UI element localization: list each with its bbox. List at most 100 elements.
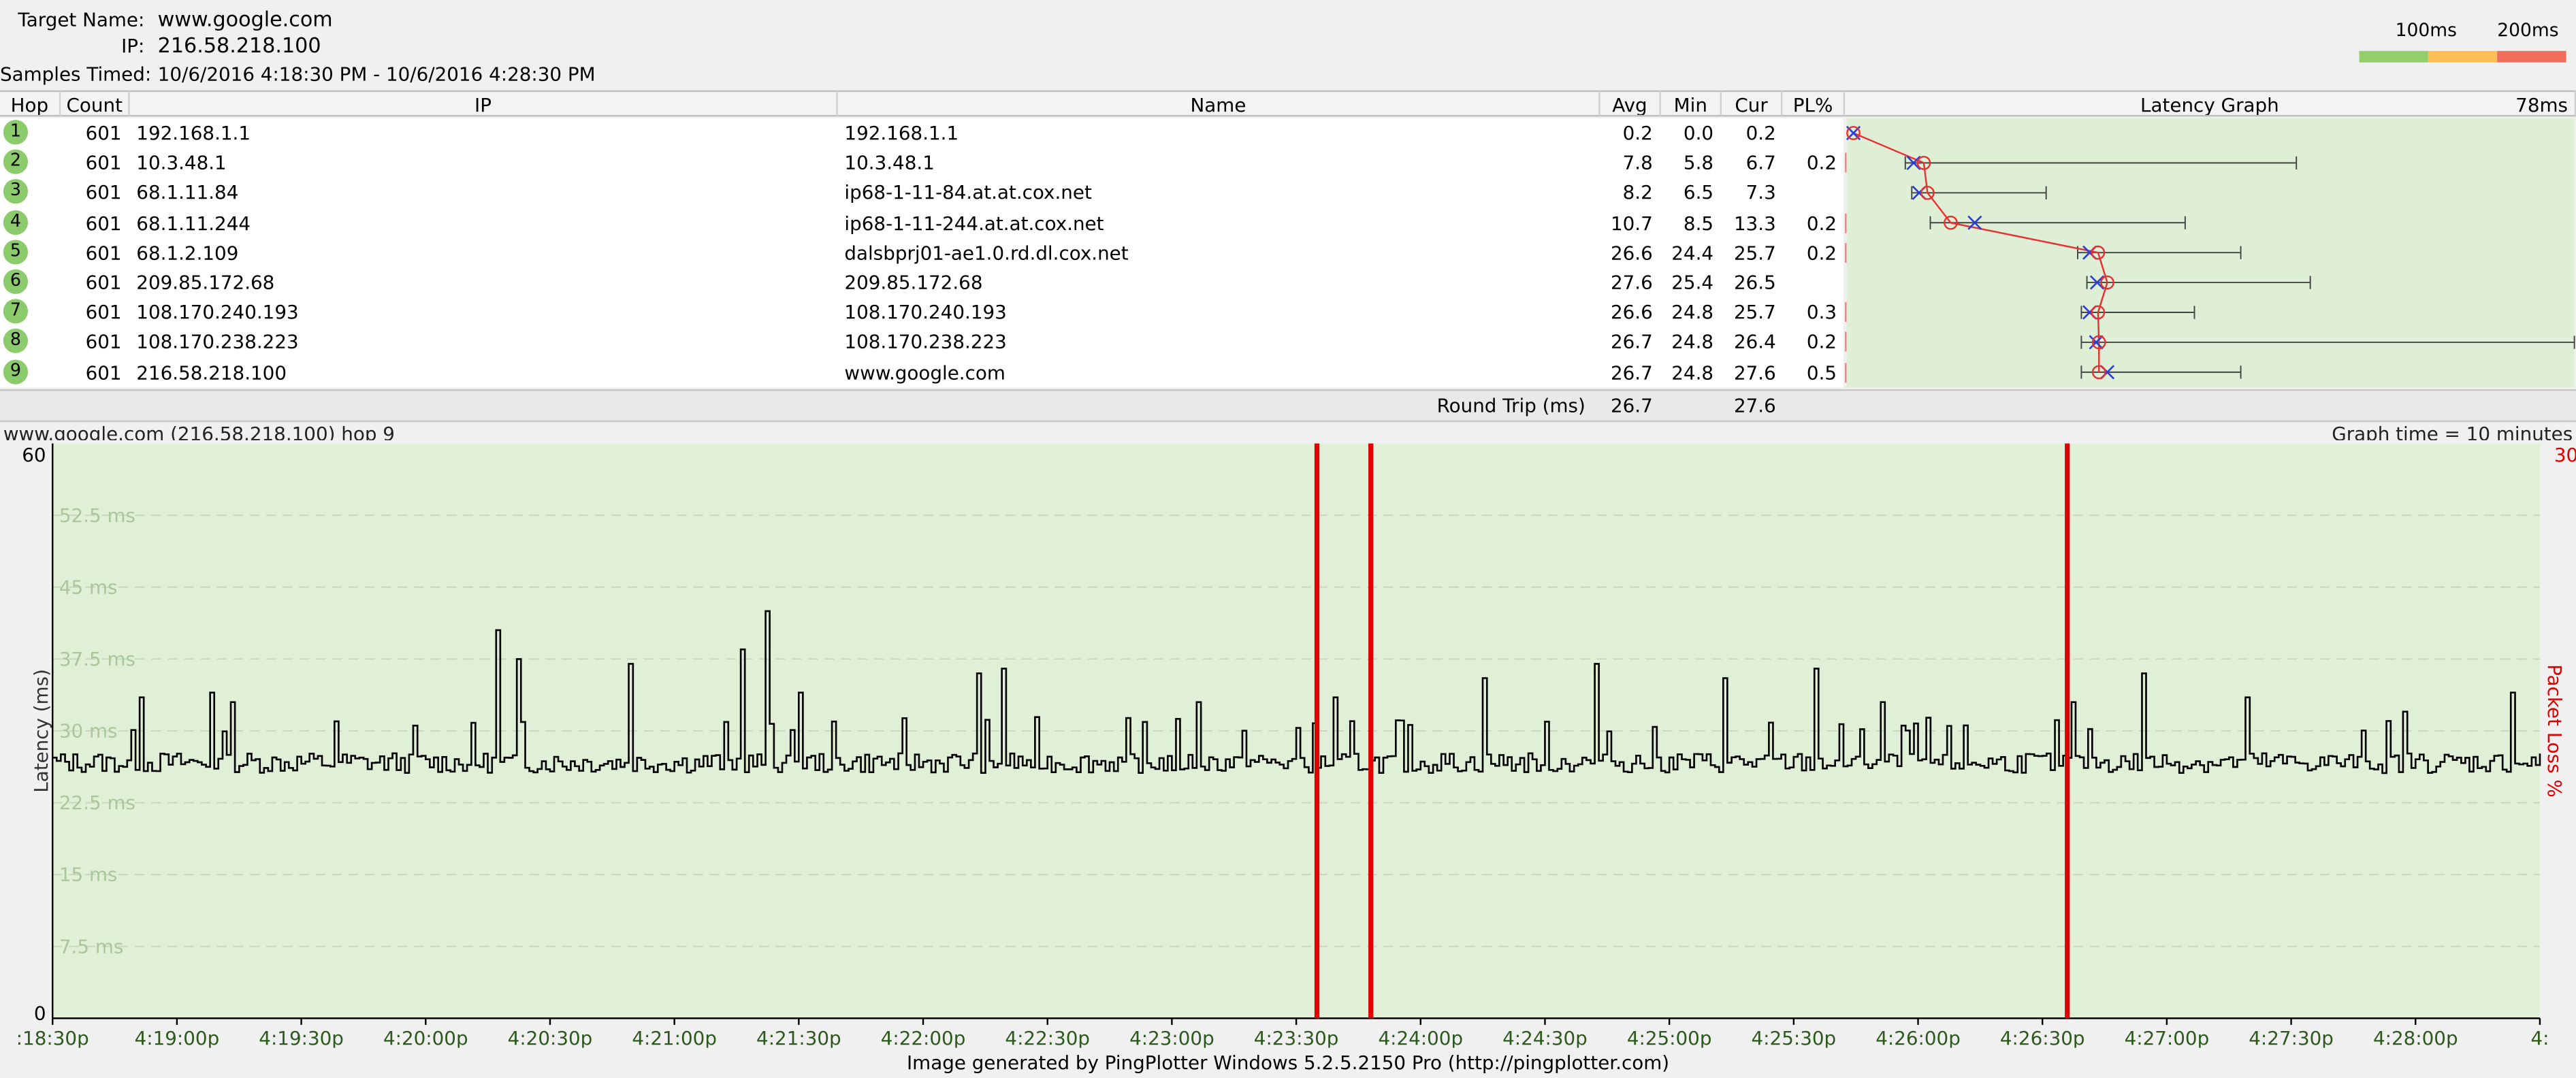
col-hop-header[interactable]: Hop bbox=[0, 90, 61, 117]
hop-ip: 108.170.238.223 bbox=[136, 331, 299, 354]
y-axis-label: Latency (ms) bbox=[30, 669, 52, 793]
hop-cur: 25.7 bbox=[1733, 241, 1776, 265]
hop-avg: 27.6 bbox=[1610, 271, 1653, 294]
grid-label: 37.5 ms bbox=[59, 648, 135, 670]
hop-name: 108.170.238.223 bbox=[844, 331, 1007, 354]
grid-label: 30 ms bbox=[59, 720, 118, 742]
x-tick-label: 4:21:00p bbox=[632, 1027, 717, 1048]
latency-graph-title: Latency Graph bbox=[2140, 93, 2279, 117]
hop-name: 10.3.48.1 bbox=[844, 151, 935, 175]
scale-200ms-label: 200ms bbox=[2497, 19, 2559, 42]
hop-row[interactable]: 8 601 108.170.238.223 108.170.238.223 26.7 24… bbox=[0, 327, 1850, 357]
col-count-header[interactable]: Count bbox=[61, 90, 130, 117]
col-latency-graph-header[interactable]: Latency Graph 78ms bbox=[1845, 90, 2576, 117]
hop-count: 601 bbox=[85, 301, 122, 324]
hop-ip: 108.170.240.193 bbox=[136, 301, 299, 324]
hop-min: 8.5 bbox=[1683, 211, 1714, 235]
pingplotter-window: Target Name: www.google.com IP: 216.58.218… bbox=[0, 0, 2576, 1077]
hop-number-badge: 6 bbox=[3, 269, 29, 294]
round-trip-avg: 26.7 bbox=[1610, 394, 1653, 417]
hop-name: ip68-1-11-84.at.at.cox.net bbox=[844, 181, 1092, 205]
hop-cur: 27.6 bbox=[1733, 360, 1776, 384]
x-tick-label: 4:26:30p bbox=[2000, 1027, 2085, 1048]
hop-ip: 209.85.172.68 bbox=[136, 271, 275, 294]
hop-row[interactable]: 2 601 10.3.48.1 10.3.48.1 7.8 5.8 6.7 0.2 bbox=[0, 148, 1850, 178]
hop-avg: 10.7 bbox=[1610, 211, 1653, 235]
grid-label: 15 ms bbox=[59, 864, 118, 886]
scale-warn-segment bbox=[2428, 50, 2498, 63]
x-tick-label: 4:23:00p bbox=[1129, 1027, 1214, 1048]
hop-row[interactable]: 9 601 216.58.218.100 www.google.com 26.7 24.8… bbox=[0, 357, 1857, 387]
hop-row[interactable]: 6 601 209.85.172.68 209.85.172.68 27.6 25.4 26… bbox=[0, 267, 1844, 297]
x-tick-label: 4:25:30p bbox=[1752, 1027, 1837, 1048]
round-trip-label: Round Trip (ms) bbox=[1436, 394, 1585, 417]
hop-packet-loss: 0.2 bbox=[1806, 331, 1837, 354]
hop-row[interactable]: 7 601 108.170.240.193 108.170.240.193 26.6 24… bbox=[0, 297, 1852, 327]
x-tick-label: 4: bbox=[2530, 1027, 2549, 1048]
x-tick-label: 4:25:00p bbox=[1627, 1027, 1712, 1048]
y2-axis-label: Packet Loss % bbox=[2543, 664, 2566, 798]
latency-avg-line bbox=[1853, 132, 2108, 372]
target-ip-label: IP: bbox=[121, 34, 145, 58]
latency-graph-max: 78ms bbox=[2515, 93, 2568, 117]
col-avg-header[interactable]: Avg bbox=[1600, 90, 1661, 117]
hop-row[interactable]: 3 601 68.1.11.84 ip68-1-11-84.at.at.cox.net… bbox=[0, 178, 1844, 208]
hop-count: 601 bbox=[85, 360, 122, 384]
hop-ip: 68.1.11.84 bbox=[136, 181, 239, 205]
grid-label: 7.5 ms bbox=[59, 935, 123, 958]
col-min-header[interactable]: Min bbox=[1660, 90, 1722, 117]
time-graph[interactable]: 52.5 ms 45 ms 37.5 ms 30 ms 22.5 ms 15 ms 7.5 … bbox=[0, 440, 2576, 1048]
hop-name: ip68-1-11-244.at.at.cox.net bbox=[844, 211, 1104, 235]
hop-min: 0.0 bbox=[1683, 121, 1714, 145]
target-name-row: Target Name: www.google.com bbox=[0, 7, 332, 33]
hop-min: 6.5 bbox=[1683, 181, 1714, 205]
hop-number-badge: 4 bbox=[3, 209, 29, 235]
col-name-header[interactable]: Name bbox=[837, 90, 1600, 117]
hop-avg: 26.6 bbox=[1610, 241, 1653, 265]
hop-row[interactable]: 4 601 68.1.11.244 ip68-1-11-244.at.at.cox.n… bbox=[0, 208, 1850, 238]
latency-graph bbox=[1846, 125, 2575, 380]
col-cur-header[interactable]: Cur bbox=[1722, 90, 1783, 117]
samples-timed-row: Samples Timed: 10/6/2016 4:18:30 PM - 10/… bbox=[0, 61, 596, 87]
hop-avg: 7.8 bbox=[1622, 151, 1653, 175]
hop-min: 25.4 bbox=[1671, 271, 1714, 294]
hop-ip: 68.1.2.109 bbox=[136, 241, 239, 265]
target-ip-row: IP: 216.58.218.100 bbox=[0, 33, 321, 59]
x-tick-label: 4:26:00p bbox=[1875, 1027, 1961, 1048]
target-ip-value: 216.58.218.100 bbox=[157, 33, 321, 58]
hop-count: 601 bbox=[85, 151, 122, 175]
hop-avg: 0.2 bbox=[1622, 121, 1653, 145]
hop-name: 192.168.1.1 bbox=[844, 121, 959, 145]
x-tick-label: 4:28:00p bbox=[2373, 1027, 2458, 1048]
hop-number-badge: 7 bbox=[3, 299, 29, 324]
hop-row[interactable]: 1 601 192.168.1.1 192.168.1.1 0.2 0.0 0.2 bbox=[0, 118, 1844, 148]
x-tick-label: 4:23:30p bbox=[1254, 1027, 1339, 1048]
hop-count: 601 bbox=[85, 211, 122, 235]
scale-100ms-label: 100ms bbox=[2395, 19, 2457, 42]
col-pl-header[interactable]: PL% bbox=[1782, 90, 1846, 117]
x-tick-label: 4:22:30p bbox=[1005, 1027, 1090, 1048]
hop-packet-loss: 0.5 bbox=[1806, 360, 1837, 384]
x-tick-label: 4:24:00p bbox=[1378, 1027, 1463, 1048]
hop-min: 24.8 bbox=[1671, 331, 1714, 354]
hop-avg: 26.6 bbox=[1610, 301, 1653, 324]
y2-tick-max: 30 bbox=[2554, 444, 2576, 466]
hop-row[interactable]: 5 601 68.1.2.109 dalsbprj01-ae1.0.rd.dl.cox… bbox=[0, 238, 1850, 267]
target-name-label: Target Name: bbox=[18, 8, 145, 31]
x-tick-label: 4:19:00p bbox=[135, 1027, 220, 1048]
scale-bad-segment bbox=[2497, 50, 2566, 63]
hop-cur: 7.3 bbox=[1745, 181, 1776, 205]
hop-avg: 26.7 bbox=[1610, 360, 1653, 384]
round-trip-row: Round Trip (ms) 26.7 27.6 bbox=[0, 389, 2576, 423]
hop-packet-loss: 0.2 bbox=[1806, 241, 1837, 265]
hop-cur: 26.4 bbox=[1733, 331, 1776, 354]
hop-cur: 26.5 bbox=[1733, 271, 1776, 294]
grid-label: 52.5 ms bbox=[59, 504, 135, 527]
hop-rows: 1 601 192.168.1.1 192.168.1.1 0.2 0.0 0.2 2 601 1… bbox=[0, 118, 1857, 388]
col-ip-header[interactable]: IP bbox=[129, 90, 838, 117]
hop-count: 601 bbox=[85, 121, 122, 145]
hop-packet-loss: 0.2 bbox=[1806, 151, 1837, 175]
hop-ip: 68.1.11.244 bbox=[136, 211, 251, 235]
hop-ip: 216.58.218.100 bbox=[136, 360, 287, 384]
hop-cur: 25.7 bbox=[1733, 301, 1776, 324]
